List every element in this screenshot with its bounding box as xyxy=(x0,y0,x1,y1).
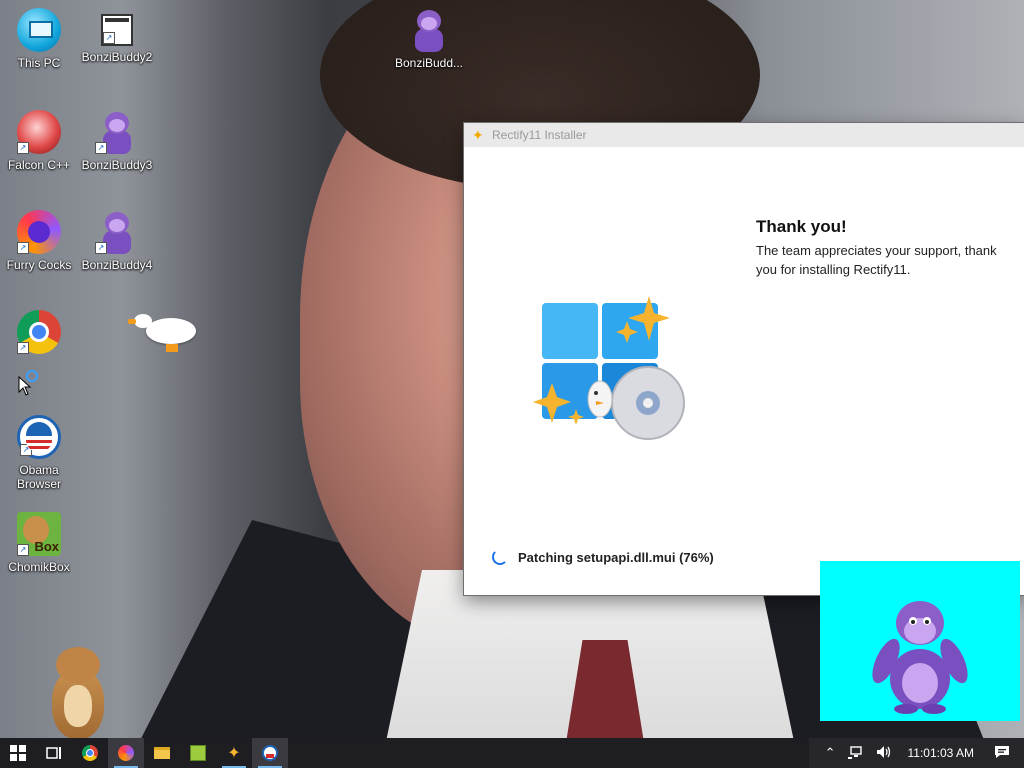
desktop-icon-falcon[interactable]: ↗ Falcon C++ xyxy=(0,110,78,172)
desktop-icon-label: BonziBuddy3 xyxy=(81,158,153,172)
firefox-icon xyxy=(118,745,134,761)
chomikbox-icon: Box ↗ xyxy=(17,512,61,556)
notification-icon[interactable] xyxy=(994,745,1010,762)
desktop-icon-bonzibuddy3[interactable]: ↗ BonziBuddy3 xyxy=(78,110,156,172)
hamster-mascot[interactable] xyxy=(46,645,110,743)
window-title: Rectify11 Installer xyxy=(492,128,587,142)
task-view-icon xyxy=(46,747,61,759)
chrome-icon: ↗ xyxy=(17,310,61,354)
desktop-goose[interactable] xyxy=(128,312,198,357)
shortcut-arrow-icon: ↗ xyxy=(17,242,29,254)
desktop-icon-label: Furry Cocks xyxy=(6,258,72,272)
sparkle-icon: ✦ xyxy=(472,127,484,143)
taskbar: ✦ ⌃ 11:01:03 AM xyxy=(0,738,1024,768)
desktop-icon-obama-browser[interactable]: ↗ Obama Browser xyxy=(0,415,78,491)
spinner-icon xyxy=(492,549,508,565)
taskbar-file-explorer[interactable] xyxy=(144,738,180,768)
chrome-icon xyxy=(82,745,98,761)
desktop-icon-bonzibuddy4[interactable]: ↗ BonziBuddy4 xyxy=(78,210,156,272)
start-icon xyxy=(10,745,26,761)
notepad-icon xyxy=(190,745,206,761)
shortcut-arrow-icon: ↗ xyxy=(20,444,32,456)
installer-window[interactable]: ✦ Rectify11 Installer Thank you! The tea… xyxy=(464,123,1024,595)
description: The team appreciates your support, thank… xyxy=(756,243,997,277)
shortcut-arrow-icon: ↗ xyxy=(103,32,115,44)
bonzibuddy-agent[interactable] xyxy=(820,561,1020,721)
taskbar-rectify11[interactable]: ✦ xyxy=(216,738,252,768)
desktop-icon-firefox[interactable]: ↗ Furry Cocks xyxy=(0,210,78,272)
chomikbox-badge: Box xyxy=(34,539,59,554)
desktop-icon-label: BonziBuddy2 xyxy=(81,50,153,64)
this-pc-icon xyxy=(17,8,61,52)
file-explorer-icon xyxy=(154,747,170,759)
bonzibuddy-figure-icon xyxy=(872,601,968,714)
shortcut-arrow-icon: ↗ xyxy=(17,142,29,154)
desktop-icon-label: This PC xyxy=(17,56,61,70)
shortcut-arrow-icon: ↗ xyxy=(17,544,29,556)
desktop-icon-label: BonziBuddy4 xyxy=(81,258,153,272)
volume-icon[interactable] xyxy=(876,745,892,762)
taskbar-firefox[interactable] xyxy=(108,738,144,768)
loading-cursor-icon xyxy=(26,370,38,382)
start-button[interactable] xyxy=(0,738,36,768)
heading: Thank you! xyxy=(756,217,847,236)
desktop-icon-bonzibuddy[interactable]: BonziBudd... xyxy=(390,8,468,70)
shortcut-arrow-icon: ↗ xyxy=(95,142,107,154)
file-icon: ↗ xyxy=(101,14,133,46)
desktop-icon-bonzibuddy2[interactable]: ↗ BonziBuddy2 xyxy=(78,8,156,64)
bonzibuddy-icon xyxy=(407,8,451,52)
bonzibuddy-icon: ↗ xyxy=(95,110,139,154)
task-view-button[interactable] xyxy=(36,738,72,768)
desktop-icon-chomikbox[interactable]: Box ↗ ChomikBox xyxy=(0,512,78,574)
desktop-icon-this-pc[interactable]: This PC xyxy=(0,8,78,70)
bonzibuddy-icon: ↗ xyxy=(95,210,139,254)
progress-status: Patching setupapi.dll.mui (76%) xyxy=(492,549,714,565)
title-bar[interactable]: ✦ Rectify11 Installer xyxy=(464,123,1024,147)
taskbar-obama-browser[interactable] xyxy=(252,738,288,768)
rectify11-icon: ✦ xyxy=(227,745,241,762)
falcon-cpp-icon: ↗ xyxy=(17,110,61,154)
shortcut-arrow-icon: ↗ xyxy=(17,342,29,354)
firefox-icon: ↗ xyxy=(17,210,61,254)
desktop-icon-label: BonziBudd... xyxy=(394,56,464,70)
obama-browser-icon: ↗ xyxy=(17,415,61,459)
rectify11-logo-illustration xyxy=(528,291,688,451)
taskbar-chrome[interactable] xyxy=(72,738,108,768)
obama-browser-icon xyxy=(262,745,278,761)
desktop-icon-label: Obama Browser xyxy=(16,463,61,491)
desktop-icon-label: ChomikBox xyxy=(8,560,70,574)
shortcut-arrow-icon: ↗ xyxy=(95,242,107,254)
progress-text: Patching setupapi.dll.mui (76%) xyxy=(518,549,714,565)
taskbar-notepad[interactable] xyxy=(180,738,216,768)
chevron-up-icon[interactable]: ⌃ xyxy=(825,745,836,761)
desktop-icon-label: Falcon C++ xyxy=(7,158,71,172)
desktop-icon-chrome[interactable]: ↗ xyxy=(0,310,78,358)
network-icon[interactable] xyxy=(847,745,864,762)
system-tray: ⌃ 11:01:03 AM xyxy=(808,738,1024,768)
taskbar-clock[interactable]: 11:01:03 AM xyxy=(908,746,975,760)
